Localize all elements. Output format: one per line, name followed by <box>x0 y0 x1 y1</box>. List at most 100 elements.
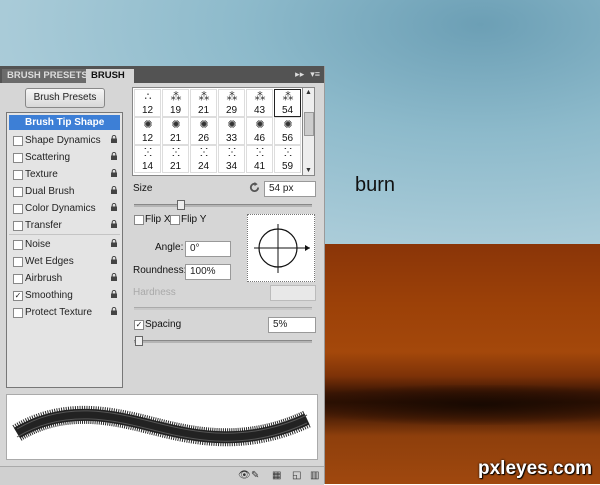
brush-tip-icon: ⵘ <box>227 147 236 159</box>
brush-angle-preview[interactable] <box>247 214 315 282</box>
brush-tip[interactable]: ⁂ 43 <box>246 89 273 117</box>
lock-icon[interactable] <box>110 152 118 160</box>
tab-brush[interactable]: BRUSH <box>86 69 134 83</box>
spacing-checkbox[interactable]: ✓ <box>134 320 144 330</box>
brush-tip-size: 29 <box>225 105 238 116</box>
checkbox-checked[interactable]: ✓ <box>13 291 23 301</box>
brush-tip[interactable]: ✺ 21 <box>162 117 189 145</box>
option-color-dynamics[interactable]: Color Dynamics <box>9 201 120 216</box>
option-shape-dynamics[interactable]: Shape Dynamics <box>9 133 120 148</box>
size-field[interactable]: 54 px <box>264 181 316 197</box>
size-slider[interactable] <box>134 204 312 207</box>
brush-tip[interactable]: ✺ 56 <box>274 117 301 145</box>
brush-presets-button[interactable]: Brush Presets <box>25 88 105 108</box>
brush-tip[interactable]: ⵘ 59 <box>274 145 301 173</box>
size-slider-knob[interactable] <box>177 200 185 210</box>
spacing-slider-knob[interactable] <box>135 336 143 346</box>
lock-icon[interactable] <box>110 256 118 264</box>
checkbox[interactable] <box>13 153 23 163</box>
spacing-field[interactable]: 5% <box>268 317 316 333</box>
brush-tip[interactable]: ⁂ 21 <box>190 89 217 117</box>
lock-icon[interactable] <box>110 307 118 315</box>
brush-tip-size: 21 <box>169 133 182 144</box>
brush-tip-icon: ✺ <box>199 119 208 131</box>
scroll-up-icon[interactable]: ▲ <box>305 89 312 96</box>
brush-tip[interactable]: ⵘ 41 <box>246 145 273 173</box>
checkbox[interactable] <box>13 204 23 214</box>
lock-icon[interactable] <box>110 220 118 228</box>
brush-tip-selected[interactable]: ⁂ 54 <box>274 89 301 117</box>
brush-tip[interactable]: ✺ 12 <box>134 117 161 145</box>
brush-tip-icon: ⵘ <box>171 147 180 159</box>
brush-tip-size: 24 <box>197 161 210 172</box>
brush-tip[interactable]: ⵘ 21 <box>162 145 189 173</box>
option-transfer[interactable]: Transfer <box>9 218 120 233</box>
checkbox[interactable] <box>13 240 23 250</box>
lock-icon[interactable] <box>110 290 118 298</box>
lock-icon[interactable] <box>110 169 118 177</box>
brush-options-list: Brush Tip Shape Shape Dynamics Scatterin… <box>6 112 123 388</box>
option-smoothing[interactable]: ✓ Smoothing <box>9 288 120 303</box>
brush-tip[interactable]: ∴ 12 <box>134 89 161 117</box>
angle-field[interactable]: 0° <box>185 241 231 257</box>
brush-tip-icon: ✺ <box>255 119 264 131</box>
hardness-field <box>270 285 316 301</box>
lock-icon[interactable] <box>110 203 118 211</box>
scroll-down-icon[interactable]: ▼ <box>305 167 312 174</box>
spacing-slider[interactable] <box>134 340 312 343</box>
panel-menu[interactable]: ▸▸ ▾≡ <box>289 69 320 80</box>
brush-tip-size: 41 <box>253 161 266 172</box>
grid-icon[interactable]: ▦ <box>272 471 282 481</box>
angle-roundness-icon[interactable] <box>248 215 314 281</box>
checkbox[interactable] <box>13 308 23 318</box>
brush-tip-scrollbar[interactable]: ▲ ▼ <box>302 87 315 176</box>
option-label: Transfer <box>25 220 62 231</box>
collapse-icon[interactable]: ▸▸ <box>295 69 304 79</box>
checkbox[interactable] <box>13 187 23 197</box>
brush-tip[interactable]: ⁂ 29 <box>218 89 245 117</box>
delete-icon[interactable]: ▥ <box>310 471 320 481</box>
option-label: Brush Tip Shape <box>25 117 105 128</box>
brush-tip[interactable]: ⁂ 19 <box>162 89 189 117</box>
brush-tip-size: 46 <box>253 133 266 144</box>
flip-y-label: Flip Y <box>181 214 207 225</box>
lock-icon[interactable] <box>110 273 118 281</box>
brush-tip[interactable]: ✺ 46 <box>246 117 273 145</box>
menu-icon[interactable]: ▾≡ <box>310 69 320 79</box>
lock-icon[interactable] <box>110 135 118 143</box>
checkbox[interactable] <box>13 170 23 180</box>
checkbox[interactable] <box>13 257 23 267</box>
tab-brush-presets[interactable]: BRUSH PRESETS <box>2 69 93 83</box>
lock-icon[interactable] <box>110 239 118 247</box>
roundness-field[interactable]: 100% <box>185 264 231 280</box>
option-brush-tip-shape[interactable]: Brush Tip Shape <box>9 115 120 130</box>
brush-tip[interactable]: ⵘ 14 <box>134 145 161 173</box>
checkbox[interactable] <box>13 274 23 284</box>
flip-y-checkbox[interactable] <box>170 215 180 225</box>
checkbox[interactable] <box>13 221 23 231</box>
brush-tip[interactable]: ✺ 33 <box>218 117 245 145</box>
option-wet-edges[interactable]: Wet Edges <box>9 254 120 269</box>
new-preset-icon[interactable]: ◱ <box>292 471 302 481</box>
option-dual-brush[interactable]: Dual Brush <box>9 184 120 199</box>
scroll-thumb[interactable] <box>304 112 314 136</box>
brush-tip[interactable]: ✺ 26 <box>190 117 217 145</box>
brush-tip-size: 26 <box>197 133 210 144</box>
option-scattering[interactable]: Scattering <box>9 150 120 165</box>
brush-tip[interactable]: ⵘ 34 <box>218 145 245 173</box>
checkbox[interactable] <box>13 136 23 146</box>
lock-icon[interactable] <box>110 186 118 194</box>
brush-stroke-icon[interactable]: ✎ <box>251 471 261 481</box>
option-protect-texture[interactable]: Protect Texture <box>9 305 120 320</box>
option-noise[interactable]: Noise <box>9 237 120 252</box>
reset-size-icon[interactable] <box>249 182 260 193</box>
option-label: Texture <box>25 169 58 180</box>
option-texture[interactable]: Texture <box>9 167 120 182</box>
option-airbrush[interactable]: Airbrush <box>9 271 120 286</box>
toggle-preview-icon[interactable]: 👁 <box>238 471 251 481</box>
flip-x-checkbox[interactable] <box>134 215 144 225</box>
brush-tip-icon: ⵘ <box>199 147 208 159</box>
option-label: Airbrush <box>25 273 63 284</box>
brush-tip[interactable]: ⵘ 24 <box>190 145 217 173</box>
option-label: Color Dynamics <box>25 203 96 214</box>
